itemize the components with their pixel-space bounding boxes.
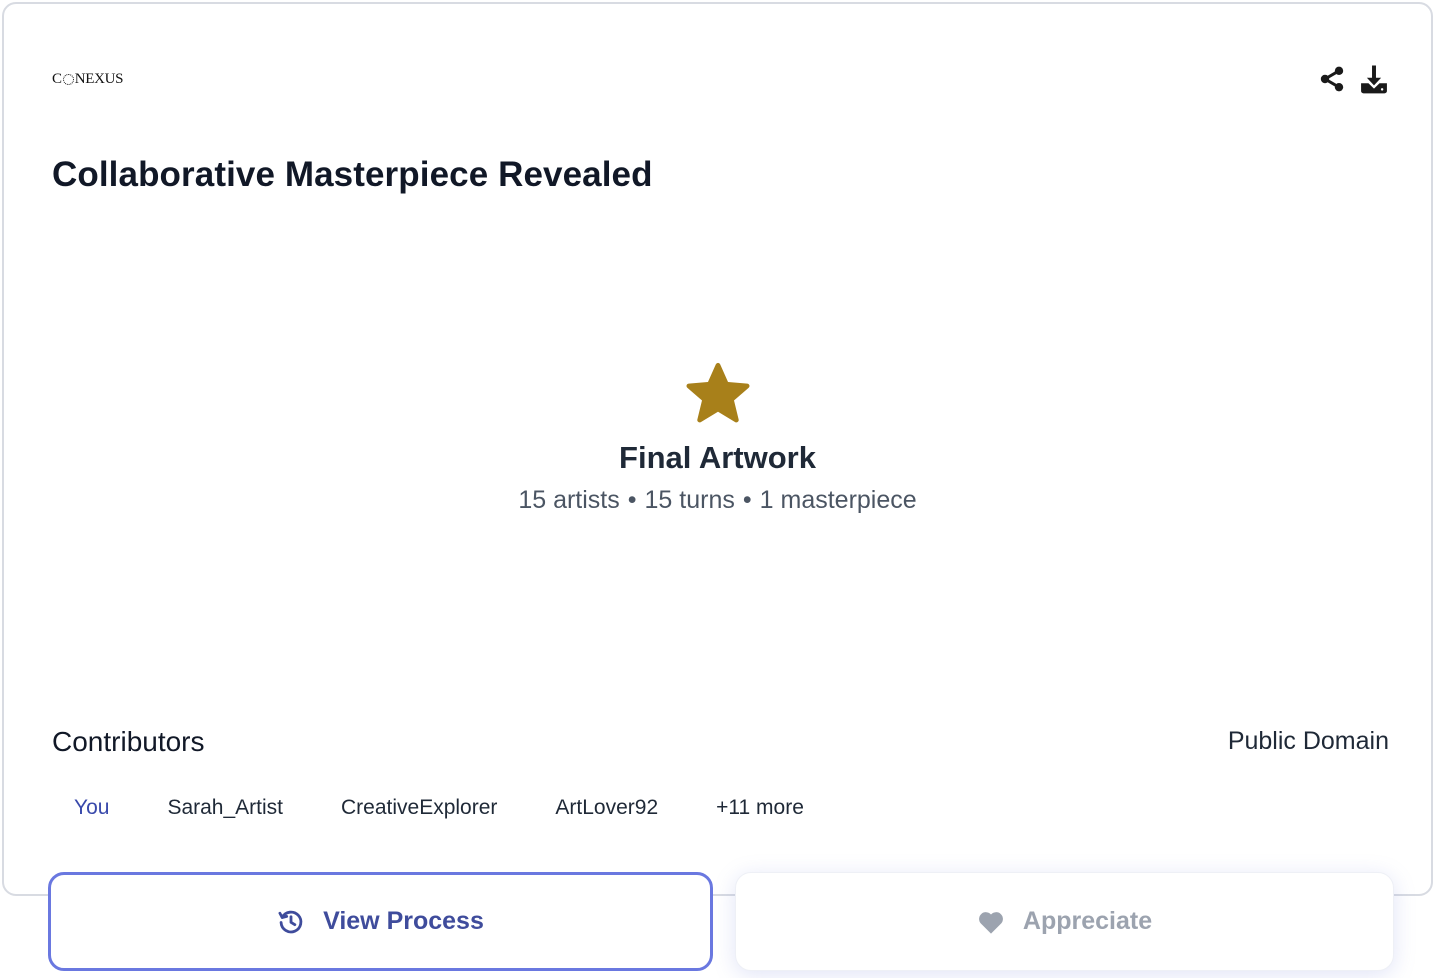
final-artwork-summary: Final Artwork 15 artists • 15 turns • 1 mast… xyxy=(4,360,1431,515)
contributor-chip[interactable]: Sarah_Artist xyxy=(145,792,305,824)
final-artwork-label: Final Artwork xyxy=(619,440,816,475)
artists-count: 15 artists xyxy=(518,486,620,514)
license-label: Public Domain xyxy=(1227,727,1389,755)
logo-prefix: C xyxy=(52,70,62,87)
stats-separator: • xyxy=(742,486,752,514)
heart-icon xyxy=(977,909,1005,935)
logo-ring-icon xyxy=(62,73,74,85)
contributor-chip-you[interactable]: You xyxy=(52,792,131,824)
artwork-card: C NEXUS Collaborative Masterpiece Reveal… xyxy=(2,2,1433,896)
artwork-stats: 15 artists • 15 turns • 1 masterpiece xyxy=(4,486,1431,515)
stats-separator: • xyxy=(627,486,637,514)
conexus-logo: C NEXUS xyxy=(52,68,124,90)
masterpiece-count: 1 masterpiece xyxy=(759,486,917,514)
share-icon xyxy=(1320,66,1344,92)
appreciate-button[interactable]: Appreciate xyxy=(735,872,1394,971)
history-icon xyxy=(277,908,305,936)
contributor-chip[interactable]: ArtLover92 xyxy=(533,792,680,824)
contributors-list: You Sarah_Artist CreativeExplorer ArtLov… xyxy=(52,792,840,824)
share-button[interactable] xyxy=(1317,62,1347,96)
star-icon xyxy=(686,362,749,423)
page-title: Collaborative Masterpiece Revealed xyxy=(52,155,653,194)
more-contributors-chip[interactable]: +11 more xyxy=(694,792,826,824)
turns-count: 15 turns xyxy=(644,486,735,514)
download-button[interactable] xyxy=(1359,62,1389,96)
appreciate-label: Appreciate xyxy=(1022,907,1153,935)
contributor-chip[interactable]: CreativeExplorer xyxy=(319,792,519,824)
view-process-label: View Process xyxy=(323,907,484,935)
view-process-button[interactable]: View Process xyxy=(48,872,713,971)
download-icon xyxy=(1361,65,1387,94)
logo-suffix: NEXUS xyxy=(74,70,124,87)
header-actions xyxy=(1317,62,1389,96)
contributors-heading: Contributors xyxy=(52,726,205,757)
